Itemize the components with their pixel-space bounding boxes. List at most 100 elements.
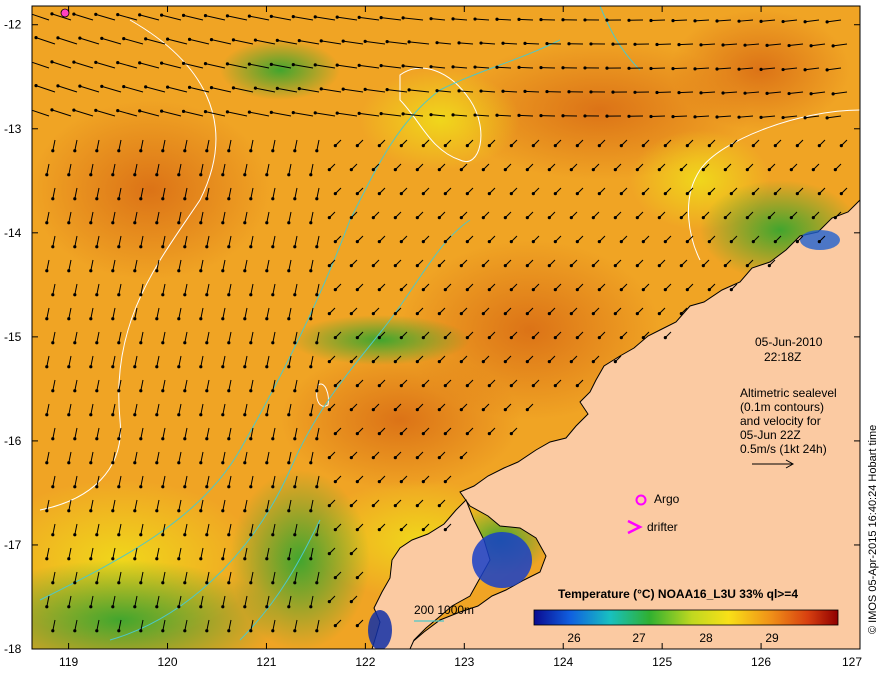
velocity-vector-head xyxy=(243,605,247,609)
velocity-vector-head xyxy=(377,192,381,196)
velocity-vector-head xyxy=(707,192,711,196)
velocity-vector-head xyxy=(487,336,491,340)
velocity-vector-head xyxy=(429,17,433,21)
velocity-vector-head xyxy=(221,365,225,369)
velocity-vector-head xyxy=(271,581,275,585)
velocity-vector-head xyxy=(509,288,513,292)
velocity-vector-head xyxy=(591,360,595,364)
velocity-vector-head xyxy=(177,221,181,225)
velocity-vector-head xyxy=(231,38,236,42)
velocity-vector-head xyxy=(227,149,231,153)
velocity-vector-head xyxy=(553,192,557,196)
velocity-vector-head xyxy=(138,13,142,17)
velocity-vector-head xyxy=(641,144,645,148)
velocity-vector-head xyxy=(481,168,485,172)
velocity-vector-head xyxy=(45,365,49,369)
velocity-vector-head xyxy=(561,66,565,70)
velocity-vector-head xyxy=(73,629,77,633)
argo-label: Argo xyxy=(654,492,680,506)
velocity-vector-head xyxy=(335,63,339,67)
velocity-vector-head xyxy=(155,461,159,465)
velocity-vector-head xyxy=(437,456,441,460)
velocity-vector-head xyxy=(429,65,433,69)
velocity-vector-head xyxy=(465,288,469,292)
velocity-vector-head xyxy=(166,85,170,89)
velocity-vector-head xyxy=(287,557,291,561)
velocity-vector-head xyxy=(517,17,521,21)
velocity-vector-head xyxy=(781,67,785,72)
velocity-vector-head xyxy=(575,240,579,244)
velocity-vector-head xyxy=(355,528,359,532)
velocity-vector-head xyxy=(745,264,749,268)
velocity-vector-head xyxy=(685,144,689,148)
velocity-vector-head xyxy=(51,581,55,585)
velocity-vector-head xyxy=(287,365,291,369)
velocity-vector-head xyxy=(243,221,247,225)
velocity-vector-head xyxy=(437,408,441,412)
velocity-vector-head xyxy=(627,114,631,118)
velocity-vector-head xyxy=(831,44,835,48)
velocity-vector-head xyxy=(249,581,253,585)
velocity-vector-head xyxy=(227,293,231,297)
velocity-vector-head xyxy=(415,216,419,220)
velocity-vector-head xyxy=(315,629,319,633)
velocity-vector-head xyxy=(583,114,587,118)
velocity-vector-head xyxy=(243,173,247,177)
lat-tick-label: -18 xyxy=(4,642,22,656)
velocity-vector-head xyxy=(177,173,181,177)
velocity-vector-head xyxy=(243,557,247,561)
velocity-vector-head xyxy=(221,173,225,177)
velocity-vector-head xyxy=(271,437,275,441)
velocity-vector-head xyxy=(51,149,55,153)
velocity-vector-head xyxy=(45,221,49,225)
velocity-vector-head xyxy=(95,149,99,153)
velocity-vector-head xyxy=(67,269,71,273)
velocity-vector-head xyxy=(160,13,164,17)
velocity-vector-head xyxy=(671,67,675,71)
velocity-vector-head xyxy=(487,144,491,148)
velocity-vector-head xyxy=(531,288,535,292)
velocity-vector-head xyxy=(293,245,297,249)
velocity-vector-head xyxy=(56,84,60,88)
velocity-vector-head xyxy=(677,91,681,95)
velocity-vector-head xyxy=(319,39,323,43)
velocity-vector-head xyxy=(451,17,455,21)
velocity-vector-head xyxy=(269,14,273,18)
velocity-vector-head xyxy=(309,317,313,321)
colorbar-tick: 28 xyxy=(699,631,713,645)
velocity-vector-head xyxy=(561,18,565,22)
altimetry-line-2: (0.1m contours) xyxy=(740,400,824,414)
velocity-vector-head xyxy=(437,168,441,172)
velocity-vector-head xyxy=(73,533,77,537)
velocity-vector-head xyxy=(379,112,383,116)
lat-tick-label: -14 xyxy=(4,226,22,240)
velocity-vector-head xyxy=(287,605,291,609)
velocity-vector-head xyxy=(473,113,477,117)
velocity-vector-head xyxy=(825,116,829,120)
velocity-vector-head xyxy=(327,456,331,460)
velocity-vector-head xyxy=(205,581,209,585)
velocity-vector-head xyxy=(161,533,165,537)
velocity-vector-head xyxy=(111,221,115,225)
velocity-vector-head xyxy=(133,605,137,609)
velocity-vector-head xyxy=(95,629,99,633)
map-date: 05-Jun-2010 xyxy=(755,335,823,349)
velocity-vector-head xyxy=(177,365,181,369)
velocity-vector-head xyxy=(671,19,675,23)
velocity-vector-head xyxy=(701,216,705,220)
velocity-vector-head xyxy=(707,144,711,148)
velocity-vector-head xyxy=(293,293,297,297)
colorbar-tick: 26 xyxy=(567,631,581,645)
velocity-vector-head xyxy=(355,144,359,148)
velocity-vector-head xyxy=(265,557,269,561)
velocity-vector-head xyxy=(377,528,381,532)
velocity-vector-head xyxy=(205,533,209,537)
velocity-vector-head xyxy=(773,192,777,196)
velocity-vector-head xyxy=(459,168,463,172)
velocity-vector-head xyxy=(293,197,297,201)
velocity-vector-head xyxy=(553,336,557,340)
velocity-vector-head xyxy=(138,61,142,65)
colorbar-scale xyxy=(533,609,839,626)
velocity-vector-head xyxy=(435,41,439,45)
velocity-vector-head xyxy=(56,36,60,40)
